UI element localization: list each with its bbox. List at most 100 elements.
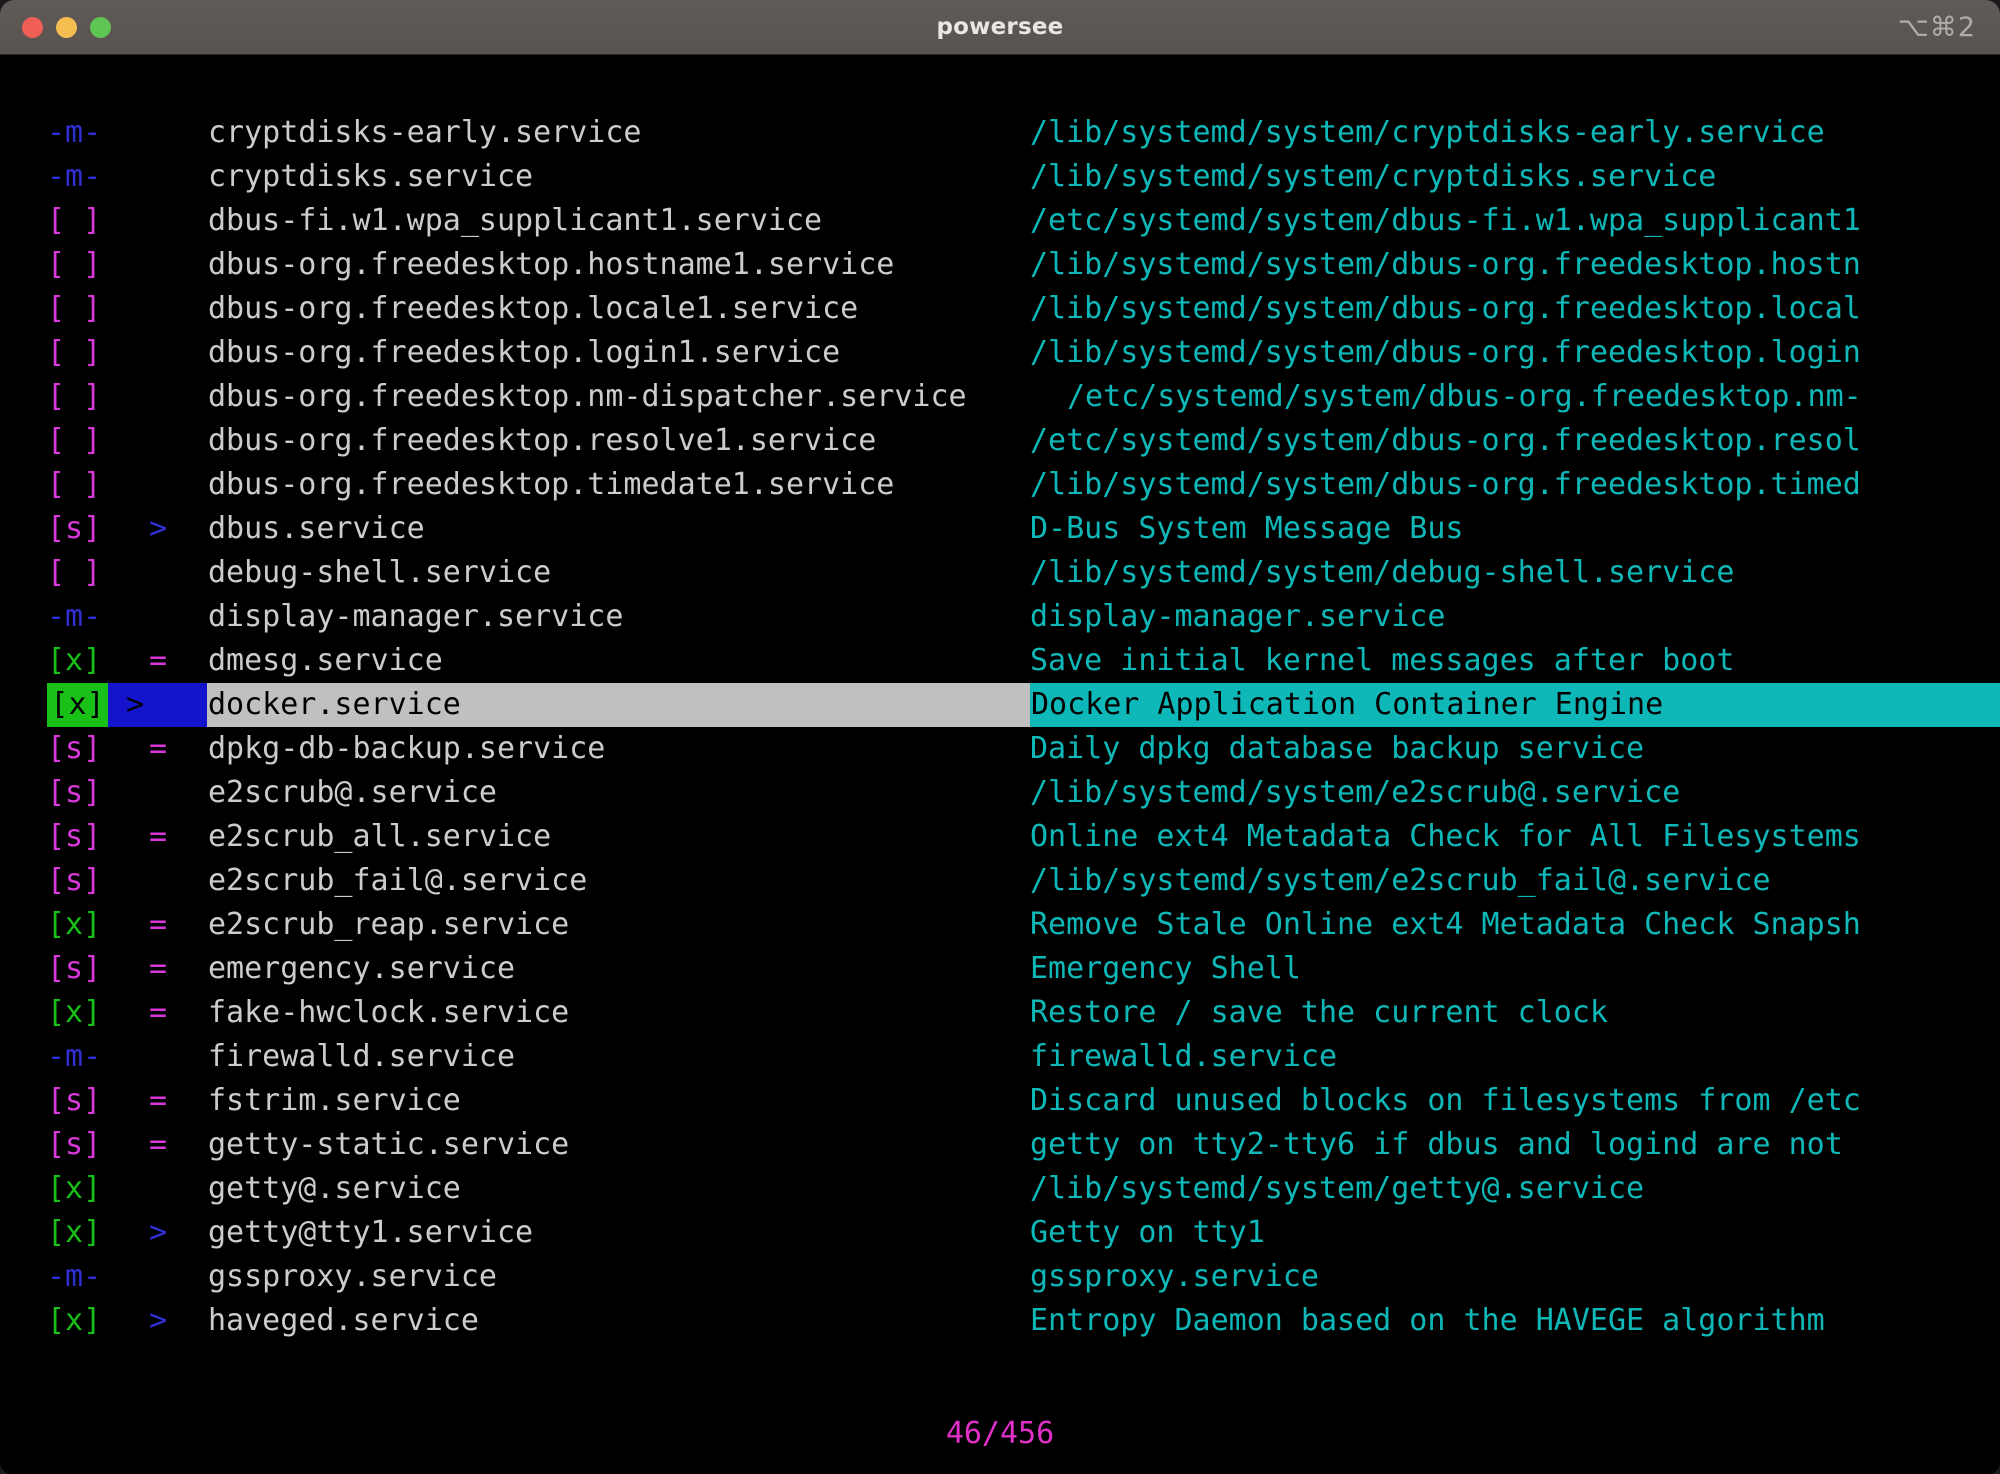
service-state-badge[interactable]: [s] [47,815,101,859]
service-row[interactable]: [ ] dbus-org.freedesktop.timedate1.servic… [0,463,2000,507]
service-name[interactable]: gssproxy.service [208,1255,497,1299]
service-state-badge[interactable]: [ ] [47,463,101,507]
service-state-badge[interactable]: [ ] [47,243,101,287]
service-description: Discard unused blocks on filesystems fro… [1030,1083,1861,1118]
service-row[interactable]: [s] e2scrub_fail@.service/lib/systemd/sys… [0,859,2000,903]
service-row[interactable]: [s] = getty-static.service getty on tty2-tt… [0,1123,2000,1167]
service-row[interactable]: [ ] dbus-org.freedesktop.login1.service/l… [0,331,2000,375]
zoom-button[interactable] [90,16,111,38]
service-state-badge[interactable]: [ ] [47,375,101,419]
service-state-badge[interactable]: [s] [47,1123,101,1167]
service-state-badge[interactable]: [s] [47,859,101,903]
service-row[interactable]: [x] getty@.service/lib/systemd/system/get… [0,1167,2000,1211]
service-name[interactable]: display-manager.service [208,595,623,639]
service-row[interactable]: [s] = dpkg-db-backup.service Daily dpkg dat… [0,727,2000,771]
service-row[interactable]: [s] = fstrim.service Discard unused blocks … [0,1079,2000,1123]
service-name[interactable]: dmesg.service [208,639,443,683]
service-name[interactable]: dbus-org.freedesktop.login1.service [208,331,840,375]
service-row[interactable]: [x] > getty@tty1.service Getty on tty1 [0,1211,2000,1255]
service-name[interactable]: dbus-org.freedesktop.hostname1.service [208,243,894,287]
service-name[interactable]: dpkg-db-backup.service [208,727,605,771]
service-description: getty on tty2-tty6 if dbus and logind ar… [1030,1127,1843,1162]
window-title: powersee [936,14,1064,40]
service-state-badge[interactable]: [x] [47,1299,101,1343]
service-row[interactable]: [s] > dbus.service D-Bus System Message Bus [0,507,2000,551]
service-description: D-Bus System Message Bus [1030,511,1464,546]
service-name[interactable]: e2scrub_all.service [208,815,551,859]
terminal-content[interactable]: -m-cryptdisks-early.service/lib/systemd/… [0,55,2000,1474]
service-row[interactable]: [x] = fake-hwclock.service Restore / save t… [0,991,2000,1035]
service-name[interactable]: e2scrub_fail@.service [208,859,587,903]
service-name[interactable]: haveged.service [208,1299,479,1343]
service-state-badge[interactable]: [x] [47,903,101,947]
service-description: Remove Stale Online ext4 Metadata Check … [1030,907,1861,942]
service-state-badge[interactable]: -m- [47,155,101,199]
service-description: Daily dpkg database backup service [1030,731,1645,766]
service-row[interactable]: [x] = e2scrub_reap.service Remove Stale Onl… [0,903,2000,947]
service-row[interactable]: [ ] dbus-fi.w1.wpa_supplicant1.service/et… [0,199,2000,243]
service-row[interactable]: [ ] debug-shell.service/lib/systemd/syste… [0,551,2000,595]
service-row[interactable]: [s] e2scrub@.service/lib/systemd/system/e… [0,771,2000,815]
service-name[interactable]: getty@tty1.service [208,1211,533,1255]
service-state-badge[interactable]: [x] [47,1211,101,1255]
window-controls [22,16,111,38]
service-name[interactable]: getty-static.service [208,1123,569,1167]
service-name[interactable]: fstrim.service [208,1079,461,1123]
service-row[interactable]: -m-display-manager.service display-manage… [0,595,2000,639]
service-description: Getty on tty1 [1030,1215,1265,1250]
service-description: Emergency Shell [1030,951,1301,986]
service-state-badge[interactable]: [x] [47,639,101,683]
service-row[interactable]: [s] = e2scrub_all.service Online ext4 Metad… [0,815,2000,859]
service-state-badge[interactable]: [ ] [47,551,101,595]
service-state-badge[interactable]: -m- [47,1035,101,1079]
service-row[interactable]: -m-firewalld.service firewalld.service [0,1035,2000,1079]
service-name[interactable]: dbus-org.freedesktop.timedate1.service [208,463,894,507]
service-state-badge[interactable]: [x] [47,683,108,727]
service-row[interactable]: -m-cryptdisks-early.service/lib/systemd/… [0,111,2000,155]
service-name[interactable]: dbus-org.freedesktop.locale1.service [208,287,858,331]
service-state-badge[interactable]: [ ] [47,331,101,375]
service-state-badge[interactable]: -m- [47,111,101,155]
service-state-badge[interactable]: [s] [47,1079,101,1123]
service-list[interactable]: -m-cryptdisks-early.service/lib/systemd/… [0,111,2000,1343]
service-state-badge[interactable]: [s] [47,771,101,815]
service-state-badge[interactable]: [s] [47,947,101,991]
service-name[interactable]: dbus-org.freedesktop.nm-dispatcher.servi… [208,375,967,419]
service-row[interactable]: [ ] dbus-org.freedesktop.resolve1.service… [0,419,2000,463]
service-name[interactable]: docker.service [207,683,1030,727]
service-name[interactable]: dbus.service [208,507,425,551]
service-name[interactable]: e2scrub_reap.service [208,903,569,947]
service-row[interactable]: [x] = dmesg.service Save initial kernel mes… [0,639,2000,683]
service-name[interactable]: e2scrub@.service [208,771,497,815]
service-row[interactable]: [x] > docker.service Docker Application Con… [0,683,2000,727]
service-name[interactable]: fake-hwclock.service [208,991,569,1035]
service-row[interactable]: [s] = emergency.service Emergency Shell [0,947,2000,991]
minimize-button[interactable] [56,16,77,38]
service-state-badge[interactable]: [ ] [47,199,101,243]
close-button[interactable] [22,16,43,38]
service-state-badge[interactable]: [s] [47,727,101,771]
service-row[interactable]: [ ] dbus-org.freedesktop.nm-dispatcher.se… [0,375,2000,419]
service-state-badge[interactable]: -m- [47,595,101,639]
service-state-badge[interactable]: -m- [47,1255,101,1299]
service-name[interactable]: emergency.service [208,947,515,991]
service-name[interactable]: firewalld.service [208,1035,515,1079]
service-row[interactable]: [ ] dbus-org.freedesktop.hostname1.servic… [0,243,2000,287]
service-name[interactable]: dbus-fi.w1.wpa_supplicant1.service [208,199,822,243]
service-name[interactable]: cryptdisks.service [208,155,533,199]
service-state-badge[interactable]: [ ] [47,419,101,463]
service-name[interactable]: getty@.service [208,1167,461,1211]
service-row[interactable]: [ ] dbus-org.freedesktop.locale1.service /… [0,287,2000,331]
status-counter: 46/456 [945,1416,1055,1451]
service-row[interactable]: -m-gssproxy.service gssproxy.service [0,1255,2000,1299]
service-state-badge[interactable]: [s] [47,507,101,551]
service-row[interactable]: [x] > haveged.service Entropy Daemon based … [0,1299,2000,1343]
service-row[interactable]: -m-cryptdisks.service/lib/systemd/system… [0,155,2000,199]
service-name[interactable]: debug-shell.service [208,551,551,595]
service-state-badge[interactable]: [ ] [47,287,101,331]
service-mark: = [149,951,168,986]
service-state-badge[interactable]: [x] [47,991,101,1035]
service-name[interactable]: dbus-org.freedesktop.resolve1.service [208,419,876,463]
service-state-badge[interactable]: [x] [47,1167,101,1211]
service-name[interactable]: cryptdisks-early.service [208,111,641,155]
